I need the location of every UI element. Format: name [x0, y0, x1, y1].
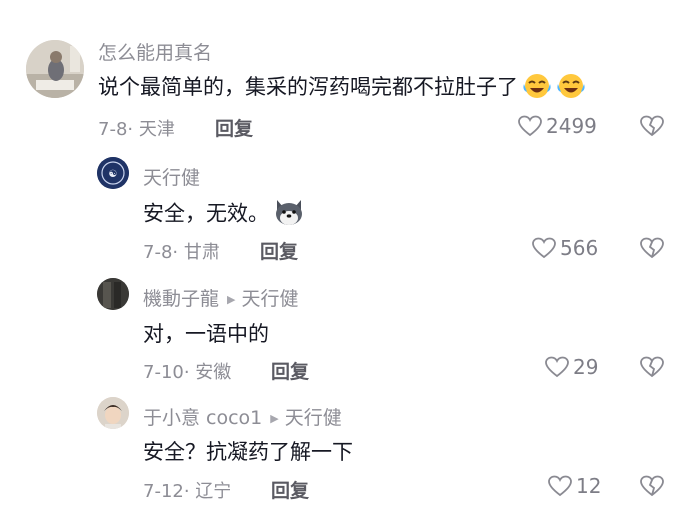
avatar[interactable] [26, 40, 84, 98]
like-count: 566 [560, 236, 599, 260]
comment-meta: 7-10· 安徽 [143, 362, 232, 383]
like-count: 12 [576, 474, 602, 498]
like-count: 2499 [546, 114, 597, 138]
reply-button[interactable]: 回复 [271, 476, 309, 503]
dislike-button[interactable] [640, 115, 664, 141]
username-text[interactable]: 怎么能用真名 [98, 42, 212, 64]
reply-button[interactable]: 回复 [260, 237, 298, 264]
comment-meta: 7-12· 辽宁 [143, 481, 232, 502]
username-text[interactable]: 機動子龍 [143, 288, 219, 310]
reply-to-username[interactable]: 天行健 [285, 407, 342, 429]
like-button[interactable]: 566 [532, 236, 598, 260]
like-button[interactable]: 29 [545, 355, 598, 379]
reply-button[interactable]: 回复 [271, 357, 309, 384]
comment-text-content: 安全，无效。 [143, 201, 269, 226]
reply-button[interactable]: 回复 [215, 114, 253, 141]
comment-meta: 7-8· 甘肃 [143, 242, 220, 263]
comment-text: 对，一语中的 [143, 322, 269, 346]
laughing-crying-emoji-icon [522, 72, 552, 105]
comment-text: 说个最简单的，集采的泻药喝完都不拉肚子了 [98, 71, 586, 105]
dislike-broken-heart-icon[interactable] [640, 237, 664, 259]
username-text[interactable]: 于小意 coco1 [143, 407, 262, 429]
username[interactable]: 怎么能用真名 [98, 38, 212, 65]
reply-arrow-icon: ▶ [227, 293, 236, 306]
dislike-button[interactable] [640, 356, 664, 382]
dislike-button[interactable] [640, 237, 664, 263]
username[interactable]: 于小意 coco1 ▶ 天行健 [143, 403, 342, 430]
username[interactable]: 機動子龍 ▶ 天行健 [143, 284, 299, 311]
svg-text:☯: ☯ [109, 169, 118, 180]
like-button[interactable]: 2499 [518, 114, 597, 138]
avatar[interactable] [97, 397, 129, 429]
reply-arrow-icon: ▶ [270, 412, 279, 425]
dislike-broken-heart-icon[interactable] [640, 475, 664, 497]
comment-text: 安全？抗凝药了解一下 [143, 440, 353, 464]
reply-to-username[interactable]: 天行健 [241, 288, 298, 310]
husky-emoji-icon [273, 197, 305, 232]
dislike-button[interactable] [640, 475, 664, 501]
username[interactable]: 天行健 [143, 163, 200, 190]
like-button[interactable]: 12 [548, 474, 601, 498]
laughing-crying-emoji-icon [556, 72, 586, 105]
avatar[interactable] [97, 278, 129, 310]
like-heart-icon[interactable] [545, 356, 569, 378]
avatar[interactable]: ☯ [97, 157, 129, 189]
comment-meta: 7-8· 天津 [98, 119, 175, 140]
comment-text-content: 说个最简单的，集采的泻药喝完都不拉肚子了 [98, 75, 518, 99]
dislike-broken-heart-icon[interactable] [640, 356, 664, 378]
like-heart-icon[interactable] [548, 475, 572, 497]
dislike-broken-heart-icon[interactable] [640, 115, 664, 137]
comment-text: 安全，无效。 [143, 197, 305, 232]
like-heart-icon[interactable] [532, 237, 556, 259]
like-count: 29 [573, 355, 599, 379]
like-heart-icon[interactable] [518, 115, 542, 137]
